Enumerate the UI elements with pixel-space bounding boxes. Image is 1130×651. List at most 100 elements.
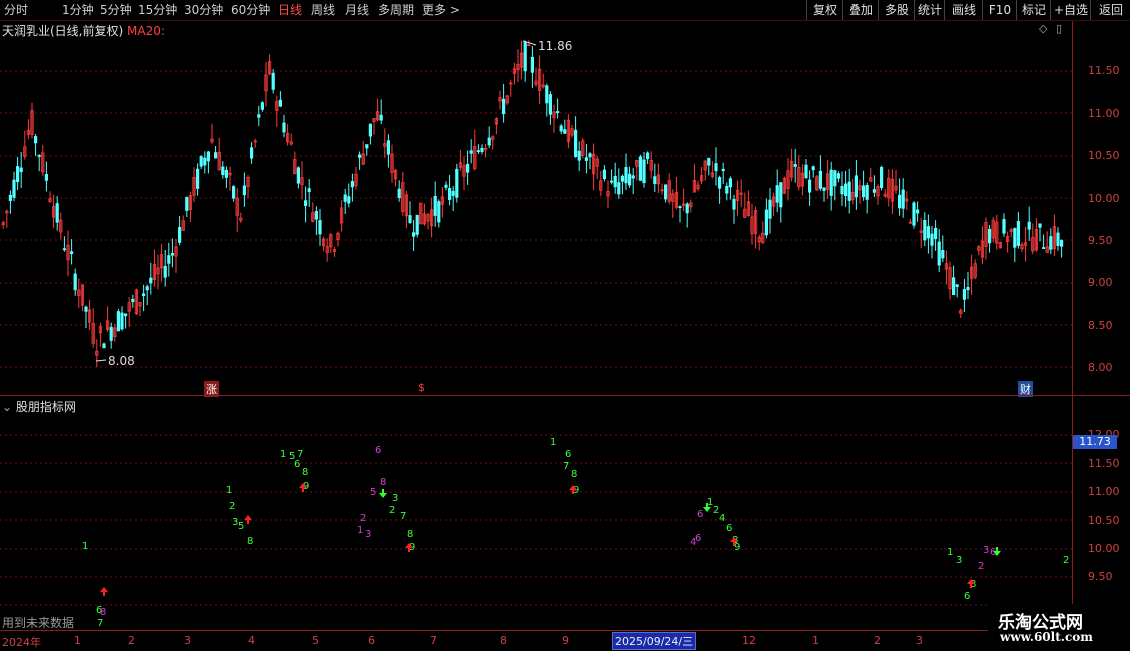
period-tab-fenshi[interactable]: 分时 <box>4 2 28 18</box>
date-tick: 1 <box>812 634 819 647</box>
candle-body <box>365 144 369 149</box>
candle-body <box>934 227 938 240</box>
event-badge-dollar[interactable]: $ <box>416 381 427 394</box>
candle-body <box>224 169 228 178</box>
candle-body <box>379 114 383 121</box>
candle-body <box>818 170 823 189</box>
candle-body <box>1038 223 1042 228</box>
candle-body <box>1049 236 1053 250</box>
period-tab-5min[interactable]: 5分钟 <box>100 2 132 18</box>
draw-line-button[interactable]: 画线 <box>944 0 983 20</box>
candle-body <box>901 189 905 209</box>
candle-body <box>923 219 927 241</box>
candle-body <box>260 102 265 110</box>
period-tab-60min[interactable]: 60分钟 <box>231 2 270 18</box>
candle-body <box>836 173 841 179</box>
candle-body <box>714 163 718 172</box>
sequence-count: 1 <box>226 485 232 496</box>
buy-arrow-icon <box>100 587 108 596</box>
date-tick: 5 <box>312 634 319 647</box>
sequence-count: 6 <box>697 509 703 520</box>
candle-body <box>926 226 931 239</box>
period-tab-weekly[interactable]: 周线 <box>311 2 335 18</box>
candle-body <box>880 166 884 189</box>
diamond-icon[interactable]: ◇ <box>1039 22 1047 35</box>
collapse-icon[interactable]: ⌄ <box>2 400 12 414</box>
sequence-count: 3 <box>983 545 989 556</box>
candle-body <box>646 152 650 160</box>
candle-body <box>768 199 772 219</box>
date-axis[interactable]: 2024年 1 2 3 4 5 6 7 8 9 2025/09/24/三 12 … <box>0 630 1130 651</box>
watermark: 乐淘公式网 www.60lt.com <box>988 604 1130 650</box>
panel-divider[interactable] <box>0 395 1130 396</box>
candle-body <box>574 129 578 157</box>
candle-body <box>149 277 153 284</box>
candle-body <box>833 170 837 187</box>
sequence-count: 6 <box>565 449 571 460</box>
multi-stock-button[interactable]: 多股 <box>878 0 915 20</box>
future-data-note: 用到未来数据 <box>2 616 75 630</box>
candle-body <box>124 313 128 317</box>
period-tab-daily[interactable]: 日线 <box>278 2 302 18</box>
period-tab-monthly[interactable]: 月线 <box>345 2 369 18</box>
candle-body <box>865 185 869 200</box>
candle-body <box>444 184 448 188</box>
add-favorite-button[interactable]: +自选 <box>1050 0 1091 20</box>
price-tick: 9.50 <box>1088 234 1113 247</box>
date-tick: 12 <box>742 634 756 647</box>
candle-body <box>721 168 725 172</box>
sequence-count: 5 <box>238 521 244 532</box>
sequence-count: 3 <box>365 529 371 540</box>
sequence-count: 6 <box>375 445 381 456</box>
candlestick-panel[interactable]: 天润乳业(日线,前复权) MA20: ◇ ▯ 11.86 8.08 <box>0 21 1072 395</box>
candle-body <box>847 181 851 201</box>
candlestick-chart[interactable] <box>0 21 1072 395</box>
candle-body <box>469 150 473 154</box>
date-tick: 1 <box>74 634 81 647</box>
panel-menu-icon[interactable]: ▯ <box>1056 22 1062 35</box>
candle-body <box>386 140 391 155</box>
watermark-url: www.60lt.com <box>1000 630 1093 644</box>
f10-button[interactable]: F10 <box>982 0 1017 20</box>
period-tab-more[interactable]: 更多 > <box>422 2 460 18</box>
candle-body <box>231 186 236 199</box>
candle-body <box>145 286 149 291</box>
candle-body <box>678 206 682 208</box>
candle-body <box>829 169 833 196</box>
date-tick: 6 <box>368 634 375 647</box>
sequence-count: 7 <box>400 511 406 522</box>
period-tab-15min[interactable]: 15分钟 <box>138 2 177 18</box>
candle-body <box>930 233 934 246</box>
sequence-count: 2 <box>389 505 395 516</box>
candle-body <box>530 56 535 73</box>
stock-title: 天润乳业(日线,前复权) MA20: <box>2 22 165 39</box>
candle-body <box>916 209 920 214</box>
candle-body <box>19 167 23 173</box>
candle-body <box>664 184 668 200</box>
indicator-tick: 11.00 <box>1088 485 1120 498</box>
sequence-count: 6 <box>726 523 732 534</box>
candle-body <box>350 181 355 188</box>
candle-body <box>368 123 373 137</box>
back-button[interactable]: 返回 <box>1090 0 1130 20</box>
candle-body <box>624 167 628 184</box>
mark-button[interactable]: 标记 <box>1016 0 1051 20</box>
overlay-button[interactable]: 叠加 <box>842 0 879 20</box>
indicator-chart[interactable]: 1123581576896853278921316789124689646132… <box>0 397 1072 629</box>
sequence-count: 1 <box>82 541 88 552</box>
indicator-panel[interactable]: 1123581576896853278921316789124689646132… <box>0 397 1072 629</box>
candle-body <box>185 196 189 211</box>
period-tab-30min[interactable]: 30分钟 <box>184 2 223 18</box>
period-tab-1min[interactable]: 1分钟 <box>62 2 94 18</box>
candle-body <box>303 200 308 206</box>
stats-button[interactable]: 统计 <box>914 0 945 20</box>
candle-body <box>725 185 729 194</box>
cursor-date-label: 2025/09/24/三 <box>612 632 697 650</box>
period-tab-multi[interactable]: 多周期 <box>378 2 414 18</box>
candle-body <box>487 137 491 146</box>
date-tick: 9 <box>562 634 569 647</box>
date-tick: 2 <box>128 634 135 647</box>
ma20-label: MA20: <box>127 24 165 38</box>
restore-rights-button[interactable]: 复权 <box>806 0 843 20</box>
sequence-count: 7 <box>97 618 103 629</box>
